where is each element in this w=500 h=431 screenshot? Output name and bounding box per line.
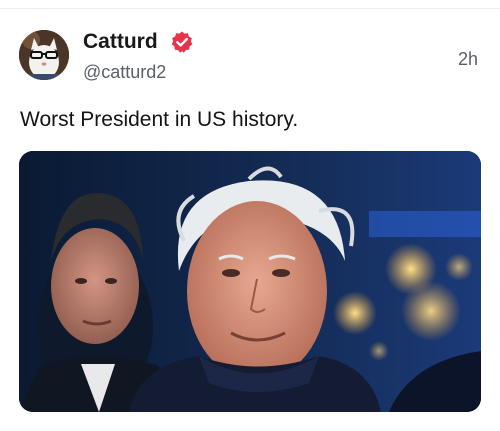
verified-badge-icon [171, 31, 193, 53]
top-divider [0, 8, 500, 9]
post-timestamp[interactable]: 2h [458, 48, 478, 70]
author-display-name[interactable]: Catturd [83, 30, 158, 54]
cat-avatar-icon [19, 30, 69, 80]
photo-illustration [19, 151, 481, 412]
author-handle[interactable]: @catturd2 [83, 61, 166, 83]
post-text: Worst President in US history. [20, 108, 299, 131]
author-avatar[interactable] [19, 30, 69, 80]
post-media-image[interactable] [19, 151, 481, 412]
